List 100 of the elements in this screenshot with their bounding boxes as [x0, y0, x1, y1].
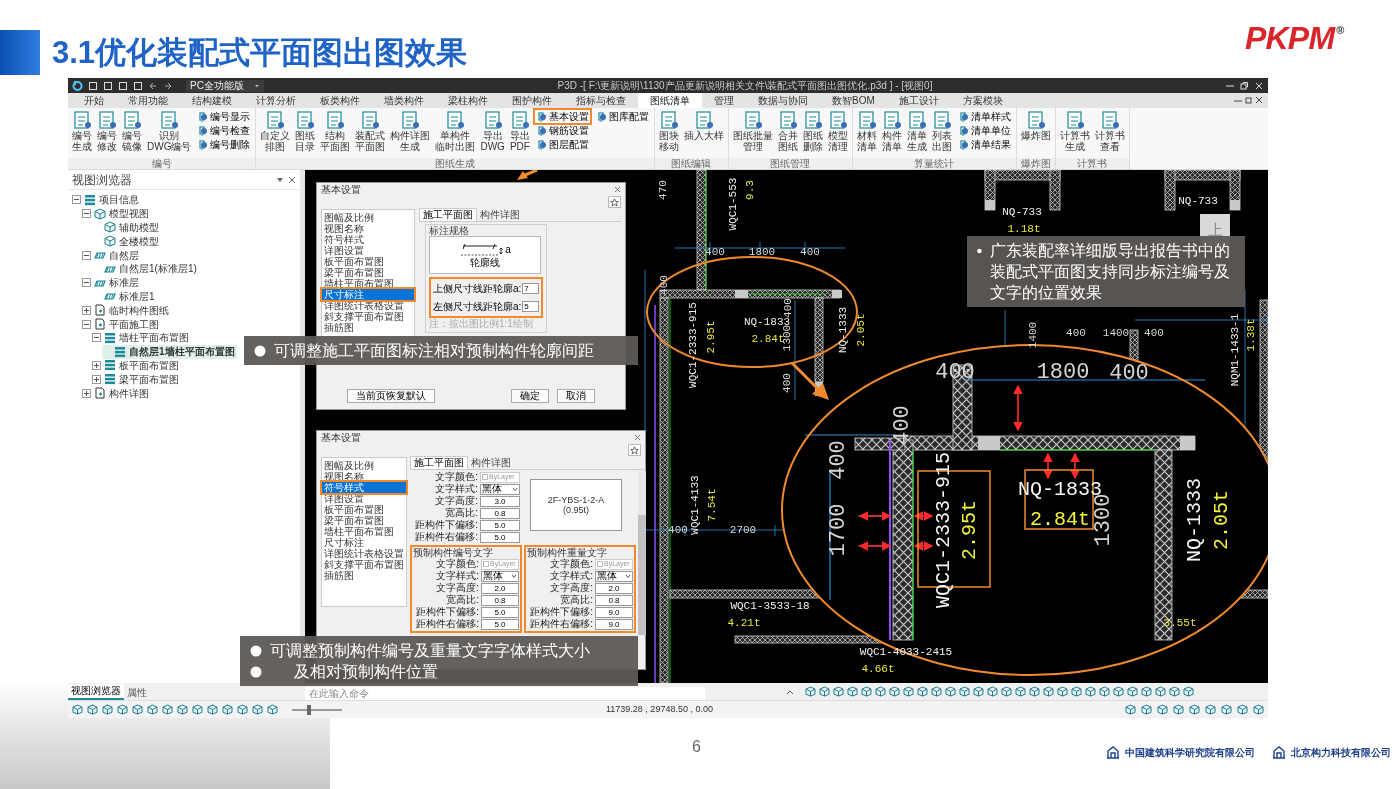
dialog-button[interactable]: 取消 [557, 389, 595, 403]
tree-item[interactable]: 梁平面布置图 [92, 372, 181, 387]
list-item[interactable]: 板平面布置图 [322, 256, 414, 267]
ribbon-button[interactable]: 清单结果 [956, 138, 1012, 151]
list-item[interactable]: 插筋图 [322, 570, 406, 581]
tree-item[interactable]: 板平面布置图 [92, 358, 181, 373]
tree-item[interactable]: 自然层1(标准层1) [92, 262, 199, 276]
ribbon-button[interactable]: 基本设置 [534, 110, 590, 123]
menu-tab[interactable]: 结构建模 [180, 93, 244, 108]
tab[interactable]: 构件详图 [477, 209, 523, 221]
ribbon-button[interactable]: 编号显示 [196, 110, 252, 123]
list-item[interactable]: 图幅及比例 [322, 212, 414, 223]
ribbon-button[interactable]: 编号 修改 [95, 110, 119, 152]
panel-tab[interactable]: 视图浏览器 [68, 684, 124, 700]
list-item[interactable]: 详图设置 [322, 245, 414, 256]
menu-tab[interactable]: 常用功能 [116, 93, 180, 108]
ribbon-button[interactable]: 模型 清理 [825, 110, 850, 152]
menu-tab[interactable]: 计算分析 [244, 93, 308, 108]
ribbon-button[interactable]: 合并 图纸 [775, 110, 800, 152]
slider-thumb[interactable] [307, 704, 311, 715]
menu-tab[interactable]: 管理 [702, 93, 746, 108]
ribbon-button[interactable]: 图库配置 [594, 110, 650, 123]
ribbon-button[interactable]: 图纸 目录 [293, 110, 318, 152]
list-item[interactable]: 梁平面布置图 [322, 267, 414, 278]
style-dropdown[interactable]: 黑体 [480, 483, 520, 495]
ribbon-button[interactable]: 单构件 临时出图 [433, 110, 478, 152]
list-item[interactable]: 符号样式 [322, 482, 406, 493]
tree-item[interactable]: 自然层 [82, 248, 141, 262]
ribbon-button[interactable]: 编号删除 [196, 138, 252, 151]
ribbon-button[interactable]: 装配式 平面图 [353, 110, 388, 152]
ribbon-button[interactable]: 钢筋设置 [534, 124, 590, 137]
style-dropdown[interactable]: 黑体 [481, 570, 519, 582]
ribbon-button[interactable]: 导出 DWG [478, 110, 507, 152]
input-field[interactable]: 2.0 [481, 582, 519, 594]
ribbon-button[interactable]: 计算书 生成 [1057, 110, 1092, 152]
ribbon-button[interactable]: 清单单位 [956, 124, 1012, 137]
tree-item[interactable]: 项目信息 [72, 193, 141, 207]
ribbon-button[interactable]: 插入大样 [681, 110, 726, 141]
ribbon-button[interactable]: 构件 清单 [879, 110, 904, 152]
tab[interactable]: 施工平面图 [410, 456, 468, 469]
menu-tab[interactable]: 方案模块 [950, 93, 1015, 108]
tree-item[interactable]: 自然层1墙柱平面布置图 [102, 344, 237, 359]
ribbon-button[interactable]: 图纸批量 管理 [730, 110, 775, 152]
menu-tab[interactable]: 梁柱构件 [436, 93, 500, 108]
input-field[interactable]: 5.0 [480, 531, 520, 543]
ribbon-button[interactable]: 导出 PDF [507, 110, 532, 152]
panel-tab[interactable]: 属性 [124, 686, 150, 700]
input-field[interactable]: 5.0 [480, 519, 520, 531]
list-item[interactable]: 墙柱平面布置图 [322, 526, 406, 537]
tree-item[interactable]: 模型视图 [82, 206, 151, 221]
tab[interactable]: 构件详图 [468, 457, 514, 469]
ribbon-button[interactable]: 编号检查 [196, 124, 252, 137]
input-field[interactable]: 9.0 [595, 618, 633, 630]
command-input[interactable]: 在此输入命令 [305, 687, 705, 700]
edition-dropdown[interactable]: PC全功能版 [186, 79, 264, 92]
menu-tab[interactable]: 围护构件 [500, 93, 564, 108]
ribbon-button[interactable]: 计算书 查看 [1092, 110, 1127, 152]
list-item[interactable]: 板平面布置图 [322, 504, 406, 515]
dialog-button[interactable]: 确定 [511, 389, 549, 403]
ribbon-button[interactable]: 图块 移动 [656, 110, 681, 152]
ribbon-button[interactable]: 编号 生成 [70, 110, 94, 152]
list-item[interactable]: 梁平面布置图 [322, 515, 406, 526]
input-field[interactable]: 0.8 [480, 507, 520, 519]
list-item[interactable]: 视图名称 [322, 223, 414, 234]
ribbon-button[interactable]: 识别 DWG编号 [145, 110, 194, 152]
input-field[interactable]: 5.0 [481, 618, 519, 630]
tree-item[interactable]: 标准层1 [92, 289, 157, 304]
menu-tab[interactable]: 施工设计 [886, 93, 951, 108]
list-item[interactable]: 尺寸标注 [322, 289, 414, 300]
pin-button[interactable] [608, 196, 621, 208]
ribbon-button[interactable]: 列表 出图 [929, 110, 954, 152]
tab[interactable]: 施工平面图 [419, 208, 477, 221]
ribbon-button[interactable]: 自定义 排图 [258, 110, 293, 152]
input-field[interactable]: 7 [522, 283, 539, 294]
ribbon-button[interactable]: 清单样式 [956, 110, 1012, 123]
list-item[interactable]: 斜支撑平面布置图 [322, 559, 406, 570]
list-item[interactable]: 尺寸标注 [322, 537, 406, 548]
menu-tab[interactable]: 图纸清单 [638, 93, 702, 108]
tree-item[interactable]: 平面施工图 [82, 317, 161, 331]
input-field[interactable]: 5 [522, 301, 539, 312]
input-field[interactable]: 5.0 [481, 606, 519, 618]
ribbon-button[interactable]: 图纸 删除 [800, 110, 825, 152]
list-item[interactable]: 符号样式 [322, 234, 414, 245]
input-field[interactable]: 0.8 [481, 594, 519, 606]
style-dropdown[interactable]: 黑体 [595, 570, 633, 582]
menu-tab[interactable]: 墙类构件 [372, 93, 436, 108]
ribbon-button[interactable]: 材料 清单 [854, 110, 879, 152]
ribbon-button[interactable]: 结构 平面图 [318, 110, 353, 152]
ribbon-button[interactable]: 爆炸图 [1018, 110, 1053, 141]
ribbon-button[interactable]: 图层配置 [534, 138, 590, 151]
tree-item[interactable]: 全楼模型 [92, 234, 161, 249]
scrollbar[interactable] [638, 471, 646, 635]
ribbon-button[interactable]: 编号 镜像 [120, 110, 144, 152]
tree-item[interactable]: 构件详图 [82, 386, 151, 400]
menu-tab[interactable]: 指标与检查 [564, 93, 638, 108]
menu-tab[interactable]: 开始 [72, 93, 116, 108]
pin-button[interactable] [628, 444, 641, 456]
tree-item[interactable]: 辅助模型 [92, 220, 161, 235]
list-item[interactable]: 斜支撑平面布置图 [322, 311, 414, 322]
menu-tab[interactable]: 板类构件 [308, 93, 372, 108]
